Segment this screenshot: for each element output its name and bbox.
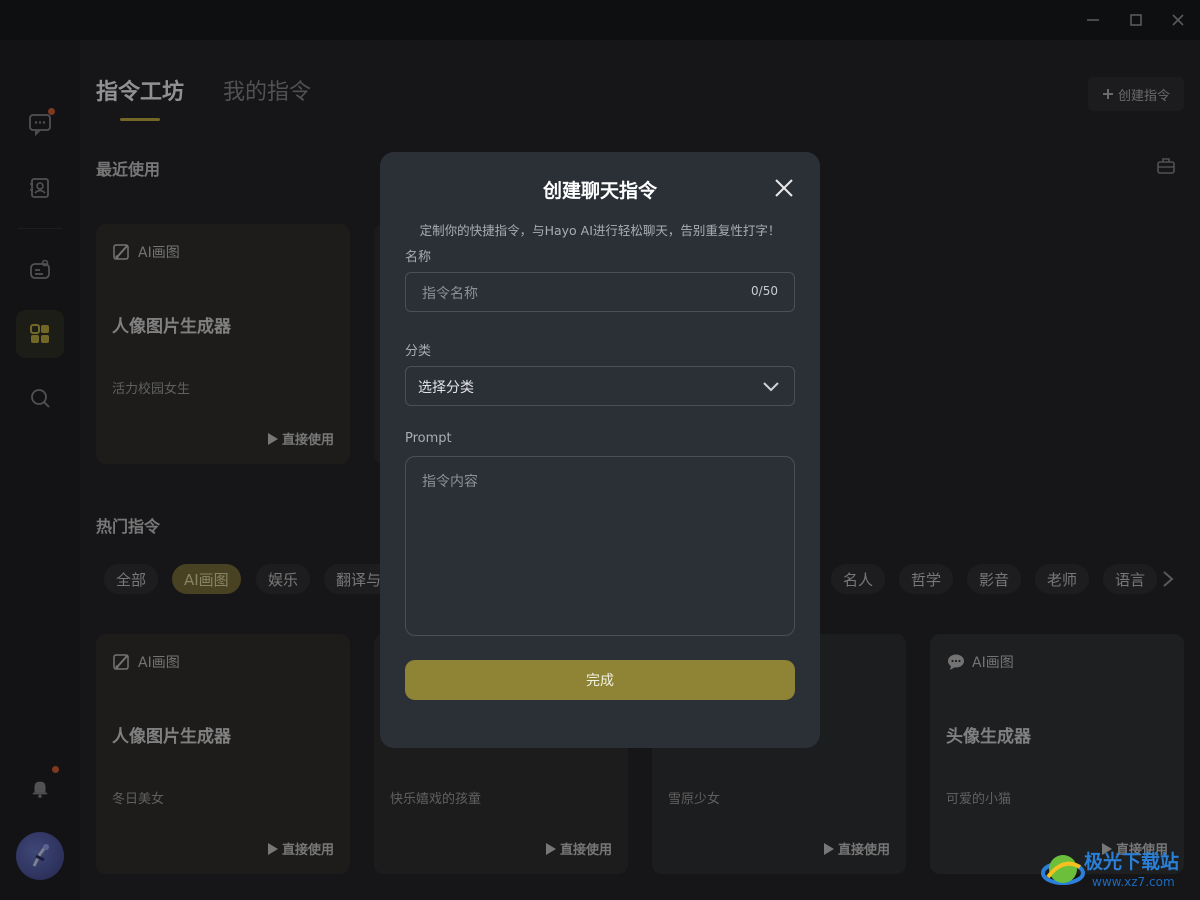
prompt-textarea[interactable]: 指令内容 (405, 456, 795, 636)
chevron-down-icon (763, 382, 779, 392)
name-char-counter: 0/50 (751, 284, 778, 298)
name-placeholder: 指令名称 (422, 286, 478, 302)
create-command-dialog: 创建聊天指令 定制你的快捷指令，与Hayo AI进行轻松聊天，告别重复性打字！ … (380, 152, 820, 748)
site-watermark: 极光下载站 www.xz7.com (1040, 845, 1195, 895)
category-select[interactable]: 选择分类 (405, 366, 795, 406)
watermark-url: www.xz7.com (1092, 875, 1175, 889)
prompt-placeholder: 指令内容 (422, 474, 478, 490)
dialog-title: 创建聊天指令 (542, 180, 657, 202)
watermark-text: 极光下载站 (1084, 851, 1180, 873)
watermark-logo-icon (1041, 855, 1085, 885)
close-icon (775, 179, 793, 197)
dialog-close-button[interactable] (772, 176, 796, 200)
dialog-subtitle: 定制你的快捷指令，与Hayo AI进行轻松聊天，告别重复性打字！ (419, 223, 781, 238)
name-label: 名称 (405, 250, 432, 265)
category-label: 分类 (405, 344, 432, 359)
prompt-label: Prompt (405, 431, 452, 446)
category-value: 选择分类 (418, 380, 474, 396)
name-input[interactable]: 指令名称 0/50 (405, 272, 795, 312)
submit-button[interactable]: 完成 (405, 660, 795, 700)
